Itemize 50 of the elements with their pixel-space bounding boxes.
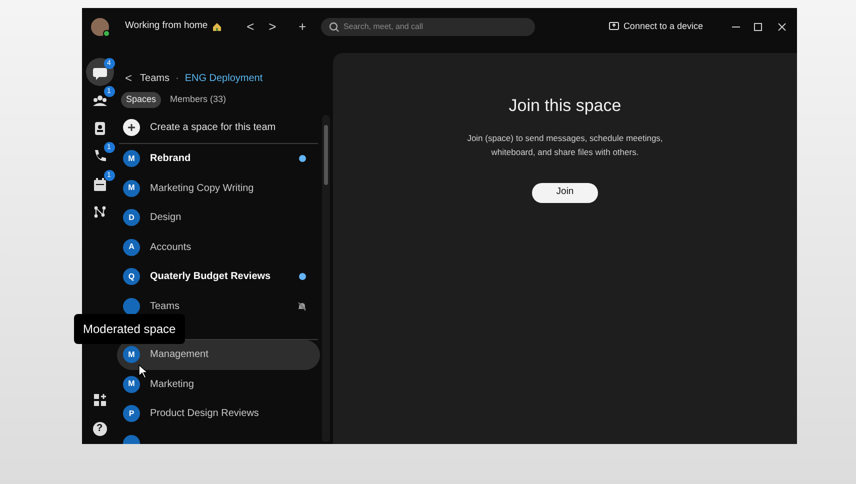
space-list-item[interactable]: M Management [117, 340, 320, 370]
close-icon[interactable] [777, 22, 787, 32]
space-list-item[interactable]: P Product Design Reviews [117, 399, 320, 428]
status-text[interactable]: Working from home [125, 19, 208, 34]
breadcrumb-separator: · [175, 72, 179, 86]
muted-bell-icon [298, 302, 306, 311]
back-button[interactable]: < [125, 69, 132, 87]
house-icon [212, 22, 222, 32]
tab[interactable]: Members (33) [165, 92, 232, 108]
calendar-icon [92, 176, 108, 192]
tooltip: Moderated space [74, 314, 185, 344]
space-list-item[interactable]: M Marketing Copy Writing [117, 174, 320, 203]
new-button[interactable]: + [295, 16, 310, 36]
forward-button[interactable]: > [265, 16, 280, 36]
space-avatar: D [123, 209, 140, 226]
space-list-item[interactable]: M Rebrand [117, 144, 320, 174]
apps-icon [92, 392, 108, 408]
space-avatar [123, 298, 140, 315]
connect-device-button[interactable]: Connect to a device [609, 20, 703, 34]
space-avatar: A [123, 238, 140, 256]
space-avatar: Q [123, 268, 140, 286]
cursor-icon [138, 364, 148, 379]
space-avatar: M [123, 376, 140, 393]
breadcrumb-current: ENG Deployment [184, 72, 263, 86]
space-avatar: M [123, 346, 140, 364]
space-list-item[interactable]: D Design [117, 203, 320, 232]
space-list-item[interactable]: Q Quaterly Budget Reviews [117, 262, 320, 292]
space-list-item[interactable]: M Marketing [117, 370, 320, 399]
user-avatar[interactable] [91, 18, 109, 36]
scrollbar[interactable] [322, 115, 330, 442]
search-field[interactable]: Search, meet, and call [321, 18, 536, 36]
space-list-item[interactable]: A Accounts [117, 232, 320, 262]
rail-button[interactable] [86, 58, 114, 86]
maximize-icon[interactable] [753, 22, 763, 32]
back-button[interactable]: < [243, 16, 258, 36]
join-button[interactable]: Join [532, 182, 598, 202]
create-space-button[interactable]: Create a space for this team [117, 113, 332, 141]
space-avatar: P [123, 405, 140, 422]
scrollbar-thumb[interactable] [324, 125, 328, 185]
help-button[interactable]: ? [92, 422, 106, 436]
panel-description: Join (space) to send messages, schedule meetings, whiteboard, and share files with others. [467, 132, 663, 158]
panel-title: Join this space [508, 95, 622, 117]
space-avatar: M [123, 150, 140, 168]
screen-icon [609, 22, 620, 31]
space-avatar: M [123, 180, 140, 197]
tab[interactable]: Spaces [121, 92, 162, 108]
breadcrumb-link[interactable]: Teams [140, 70, 170, 86]
nodes-icon [92, 204, 108, 220]
plus-icon [123, 118, 140, 136]
search-icon [329, 22, 340, 32]
